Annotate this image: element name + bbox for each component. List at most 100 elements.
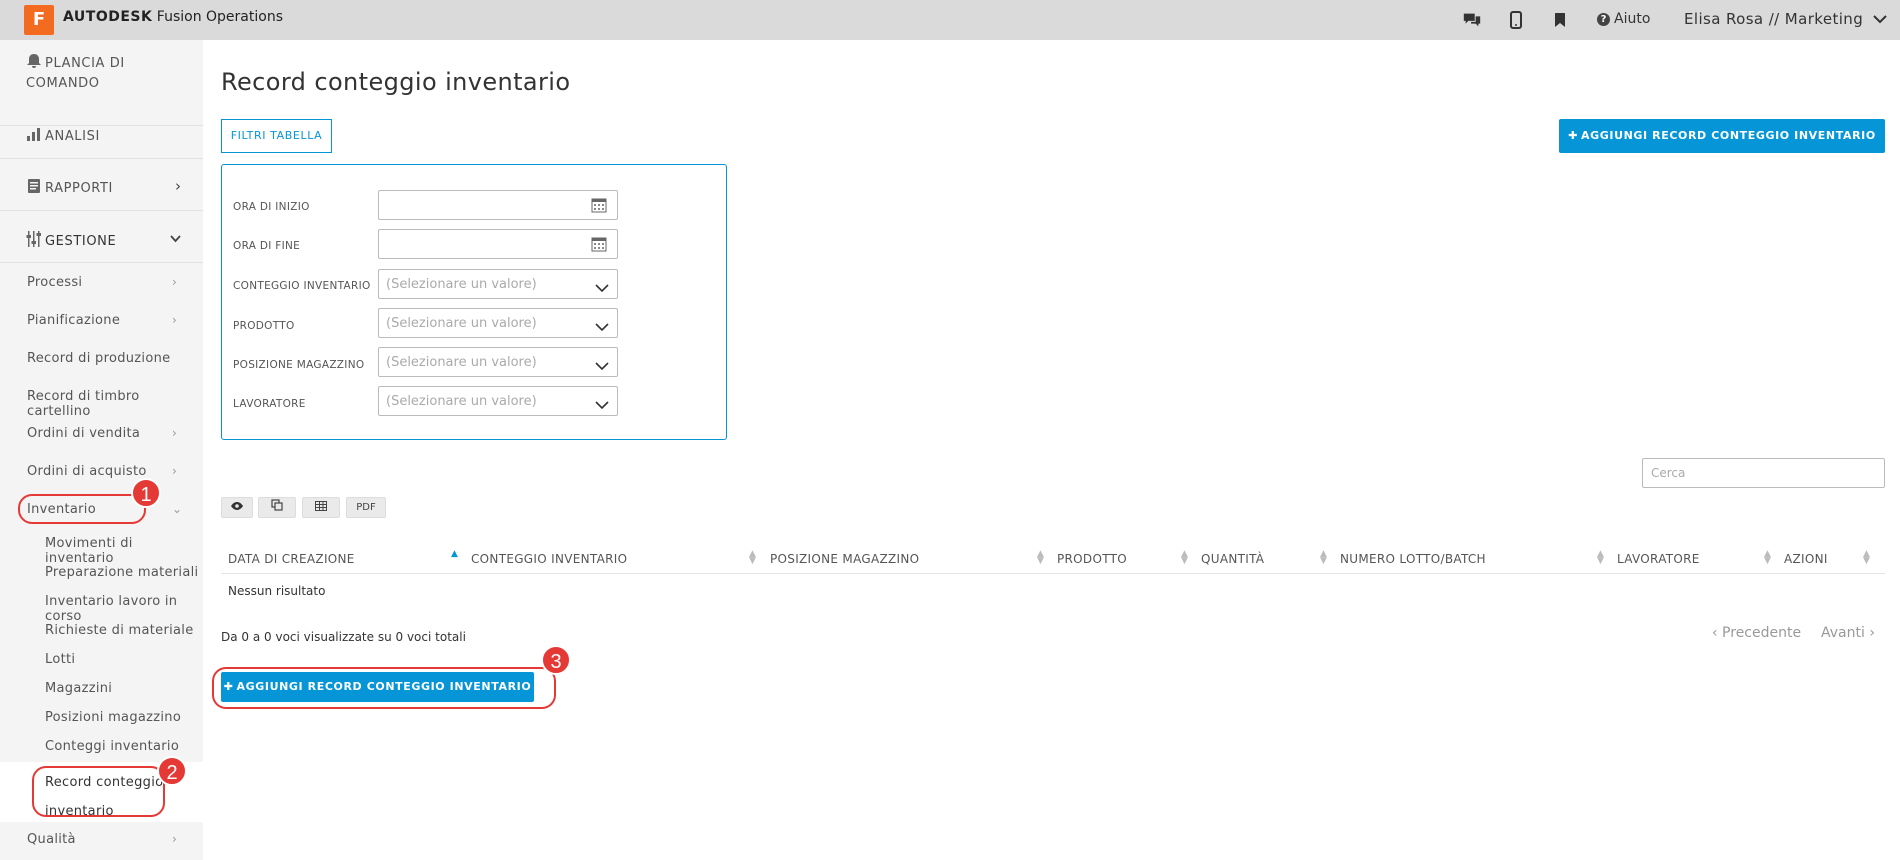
sidebar-item-planning[interactable]: Pianificazione › [27, 313, 177, 328]
divider [0, 210, 203, 211]
filters-panel: ORA DI INIZIO ORA DI FINE CONTEGGIO INVE… [221, 164, 727, 440]
column-header-actions: AZIONI [1784, 552, 1828, 566]
chevron-right-icon: › [172, 832, 178, 846]
plus-icon: ✚ [1568, 129, 1579, 142]
column-header-product[interactable]: PRODOTTO [1057, 552, 1127, 566]
chevron-down-icon [595, 317, 609, 336]
sidebar-item-label: Qualità [27, 832, 76, 847]
annotation-badge-1: 1 [131, 478, 161, 508]
sidebar-item-purchase-orders[interactable]: Ordini di acquisto › [27, 464, 177, 479]
filter-label-product: PRODOTTO [233, 320, 295, 332]
pagination-previous[interactable]: ‹ Precedente [1712, 625, 1801, 641]
filter-label-end-time: ORA DI FINE [233, 240, 301, 252]
sidebar-item-management[interactable]: GESTIONE [26, 230, 116, 249]
sidebar-subitem-lots[interactable]: Lotti [45, 652, 75, 667]
sort-icon[interactable]: ▲ ▼ [1863, 550, 1870, 566]
sidebar-item-reports-label: RAPPORTI [45, 181, 113, 196]
start-time-input[interactable] [378, 190, 618, 220]
chat-icon[interactable] [1462, 10, 1482, 30]
bar-chart-icon [27, 128, 40, 141]
copy-icon [271, 499, 283, 511]
table-header: DATA DI CREAZIONE ▲ CONTEGGIO INVENTARIO… [221, 544, 1885, 574]
user-label: Elisa Rosa // Marketing [1684, 10, 1864, 28]
help-icon: ? [1597, 12, 1610, 26]
sort-icon[interactable]: ▲ ▼ [1037, 550, 1044, 566]
app-logo[interactable]: F [24, 5, 54, 35]
warehouse-location-select[interactable]: (Selezionare un valore) [378, 347, 618, 377]
column-header-inventory-count[interactable]: CONTEGGIO INVENTARIO [471, 552, 627, 566]
sidebar-item-analytics-row[interactable]: ANALISI [26, 126, 100, 144]
column-visibility-button[interactable] [221, 497, 253, 518]
chevron-down-icon [1873, 15, 1887, 24]
page-title: Record conteggio inventario [221, 68, 571, 96]
bookmark-icon[interactable] [1550, 10, 1570, 30]
help-link[interactable]: ? Aiuto [1597, 11, 1650, 27]
filter-label-warehouse-location: POSIZIONE MAGAZZINO [233, 359, 365, 371]
sidebar-subitem-warehouse-locations[interactable]: Posizioni magazzino [45, 710, 181, 725]
chevron-right-icon: › [172, 313, 178, 327]
sidebar-item-processes[interactable]: Processi › [27, 275, 177, 290]
copy-button[interactable] [258, 497, 296, 518]
sidebar-subitem-warehouses[interactable]: Magazzini [45, 681, 112, 696]
sort-asc-icon[interactable]: ▲ [451, 550, 458, 559]
brand-product: Fusion Operations [156, 9, 283, 25]
chevron-down-icon [595, 395, 609, 414]
column-header-worker[interactable]: LAVORATORE [1617, 552, 1700, 566]
annotation-badge-2: 2 [157, 756, 187, 786]
sidebar-item-sales-orders[interactable]: Ordini di vendita › [27, 426, 177, 441]
column-header-quantity[interactable]: QUANTITÀ [1201, 552, 1264, 566]
sidebar-subitem-material-prep[interactable]: Preparazione materiali [45, 565, 198, 580]
sidebar-item-time-clock[interactable]: Record di timbro cartellino [27, 389, 203, 419]
column-header-lot-number[interactable]: NUMERO LOTTO/BATCH [1340, 552, 1486, 566]
chevron-right-icon: › [172, 464, 178, 478]
calendar-icon[interactable] [591, 197, 607, 217]
select-placeholder: (Selezionare un valore) [386, 277, 537, 292]
search-input[interactable]: Cerca [1642, 458, 1885, 488]
sidebar-item-label: Record di produzione [27, 351, 171, 366]
product-select[interactable]: (Selezionare un valore) [378, 308, 618, 338]
divider [0, 158, 203, 159]
add-record-button-bottom[interactable]: ✚ AGGIUNGI RECORD CONTEGGIO INVENTARIO [221, 672, 534, 702]
column-header-created-date[interactable]: DATA DI CREAZIONE [228, 552, 355, 566]
sidebar-item-management-label: GESTIONE [45, 234, 117, 249]
annotation-highlight-inventory [18, 494, 146, 524]
sidebar-subitem-material-requests[interactable]: Richieste di materiale [45, 623, 194, 638]
sort-icon[interactable]: ▲ ▼ [1764, 550, 1771, 566]
sliders-icon [26, 231, 41, 247]
chevron-right-icon: › [172, 275, 178, 289]
sidebar-item-label: Pianificazione [27, 313, 121, 328]
worker-select[interactable]: (Selezionare un valore) [378, 386, 618, 416]
report-icon [28, 179, 40, 193]
eye-icon [231, 502, 243, 510]
sort-icon[interactable]: ▲ ▼ [749, 550, 756, 566]
csv-export-button[interactable] [302, 497, 340, 518]
user-menu[interactable]: Elisa Rosa // Marketing [1684, 10, 1887, 28]
mobile-icon[interactable] [1506, 10, 1526, 30]
end-time-input[interactable] [378, 229, 618, 259]
sidebar-subitem-inventory-movements[interactable]: Movimenti di inventario [45, 536, 203, 566]
pdf-export-button[interactable]: PDF [346, 497, 386, 518]
sort-icon[interactable]: ▲ ▼ [1181, 550, 1188, 566]
column-header-warehouse-location[interactable]: POSIZIONE MAGAZZINO [770, 552, 919, 566]
sidebar-subitem-inventory-counts[interactable]: Conteggi inventario [45, 739, 179, 754]
table-info: Da 0 a 0 voci visualizzate su 0 voci tot… [221, 630, 466, 644]
sidebar-item-production-records[interactable]: Record di produzione [27, 351, 170, 366]
sidebar-item-quality[interactable]: Qualità › [27, 832, 177, 847]
top-bar: F AUTODESK Fusion Operations ? Aiuto Eli… [0, 0, 1900, 40]
table-filters-button[interactable]: FILTRI TABELLA [221, 119, 332, 153]
divider [0, 262, 203, 263]
sidebar-item-label: Processi [27, 275, 83, 290]
filter-label-start-time: ORA DI INIZIO [233, 201, 310, 213]
chevron-down-icon: ⌄ [172, 502, 183, 516]
add-record-bottom-label: AGGIUNGI RECORD CONTEGGIO INVENTARIO [236, 680, 532, 693]
select-placeholder: (Selezionare un valore) [386, 355, 537, 370]
sort-icon[interactable]: ▲ ▼ [1320, 550, 1327, 566]
sidebar-item-reports[interactable]: RAPPORTI [26, 178, 113, 196]
chevron-down-icon [595, 356, 609, 375]
add-record-button[interactable]: ✚ AGGIUNGI RECORD CONTEGGIO INVENTARIO [1559, 119, 1885, 153]
inventory-count-select[interactable]: (Selezionare un valore) [378, 269, 618, 299]
sidebar-subitem-wip[interactable]: Inventario lavoro in corso [45, 594, 203, 624]
pagination-next[interactable]: Avanti › [1821, 625, 1875, 641]
calendar-icon[interactable] [591, 236, 607, 256]
sort-icon[interactable]: ▲ ▼ [1597, 550, 1604, 566]
